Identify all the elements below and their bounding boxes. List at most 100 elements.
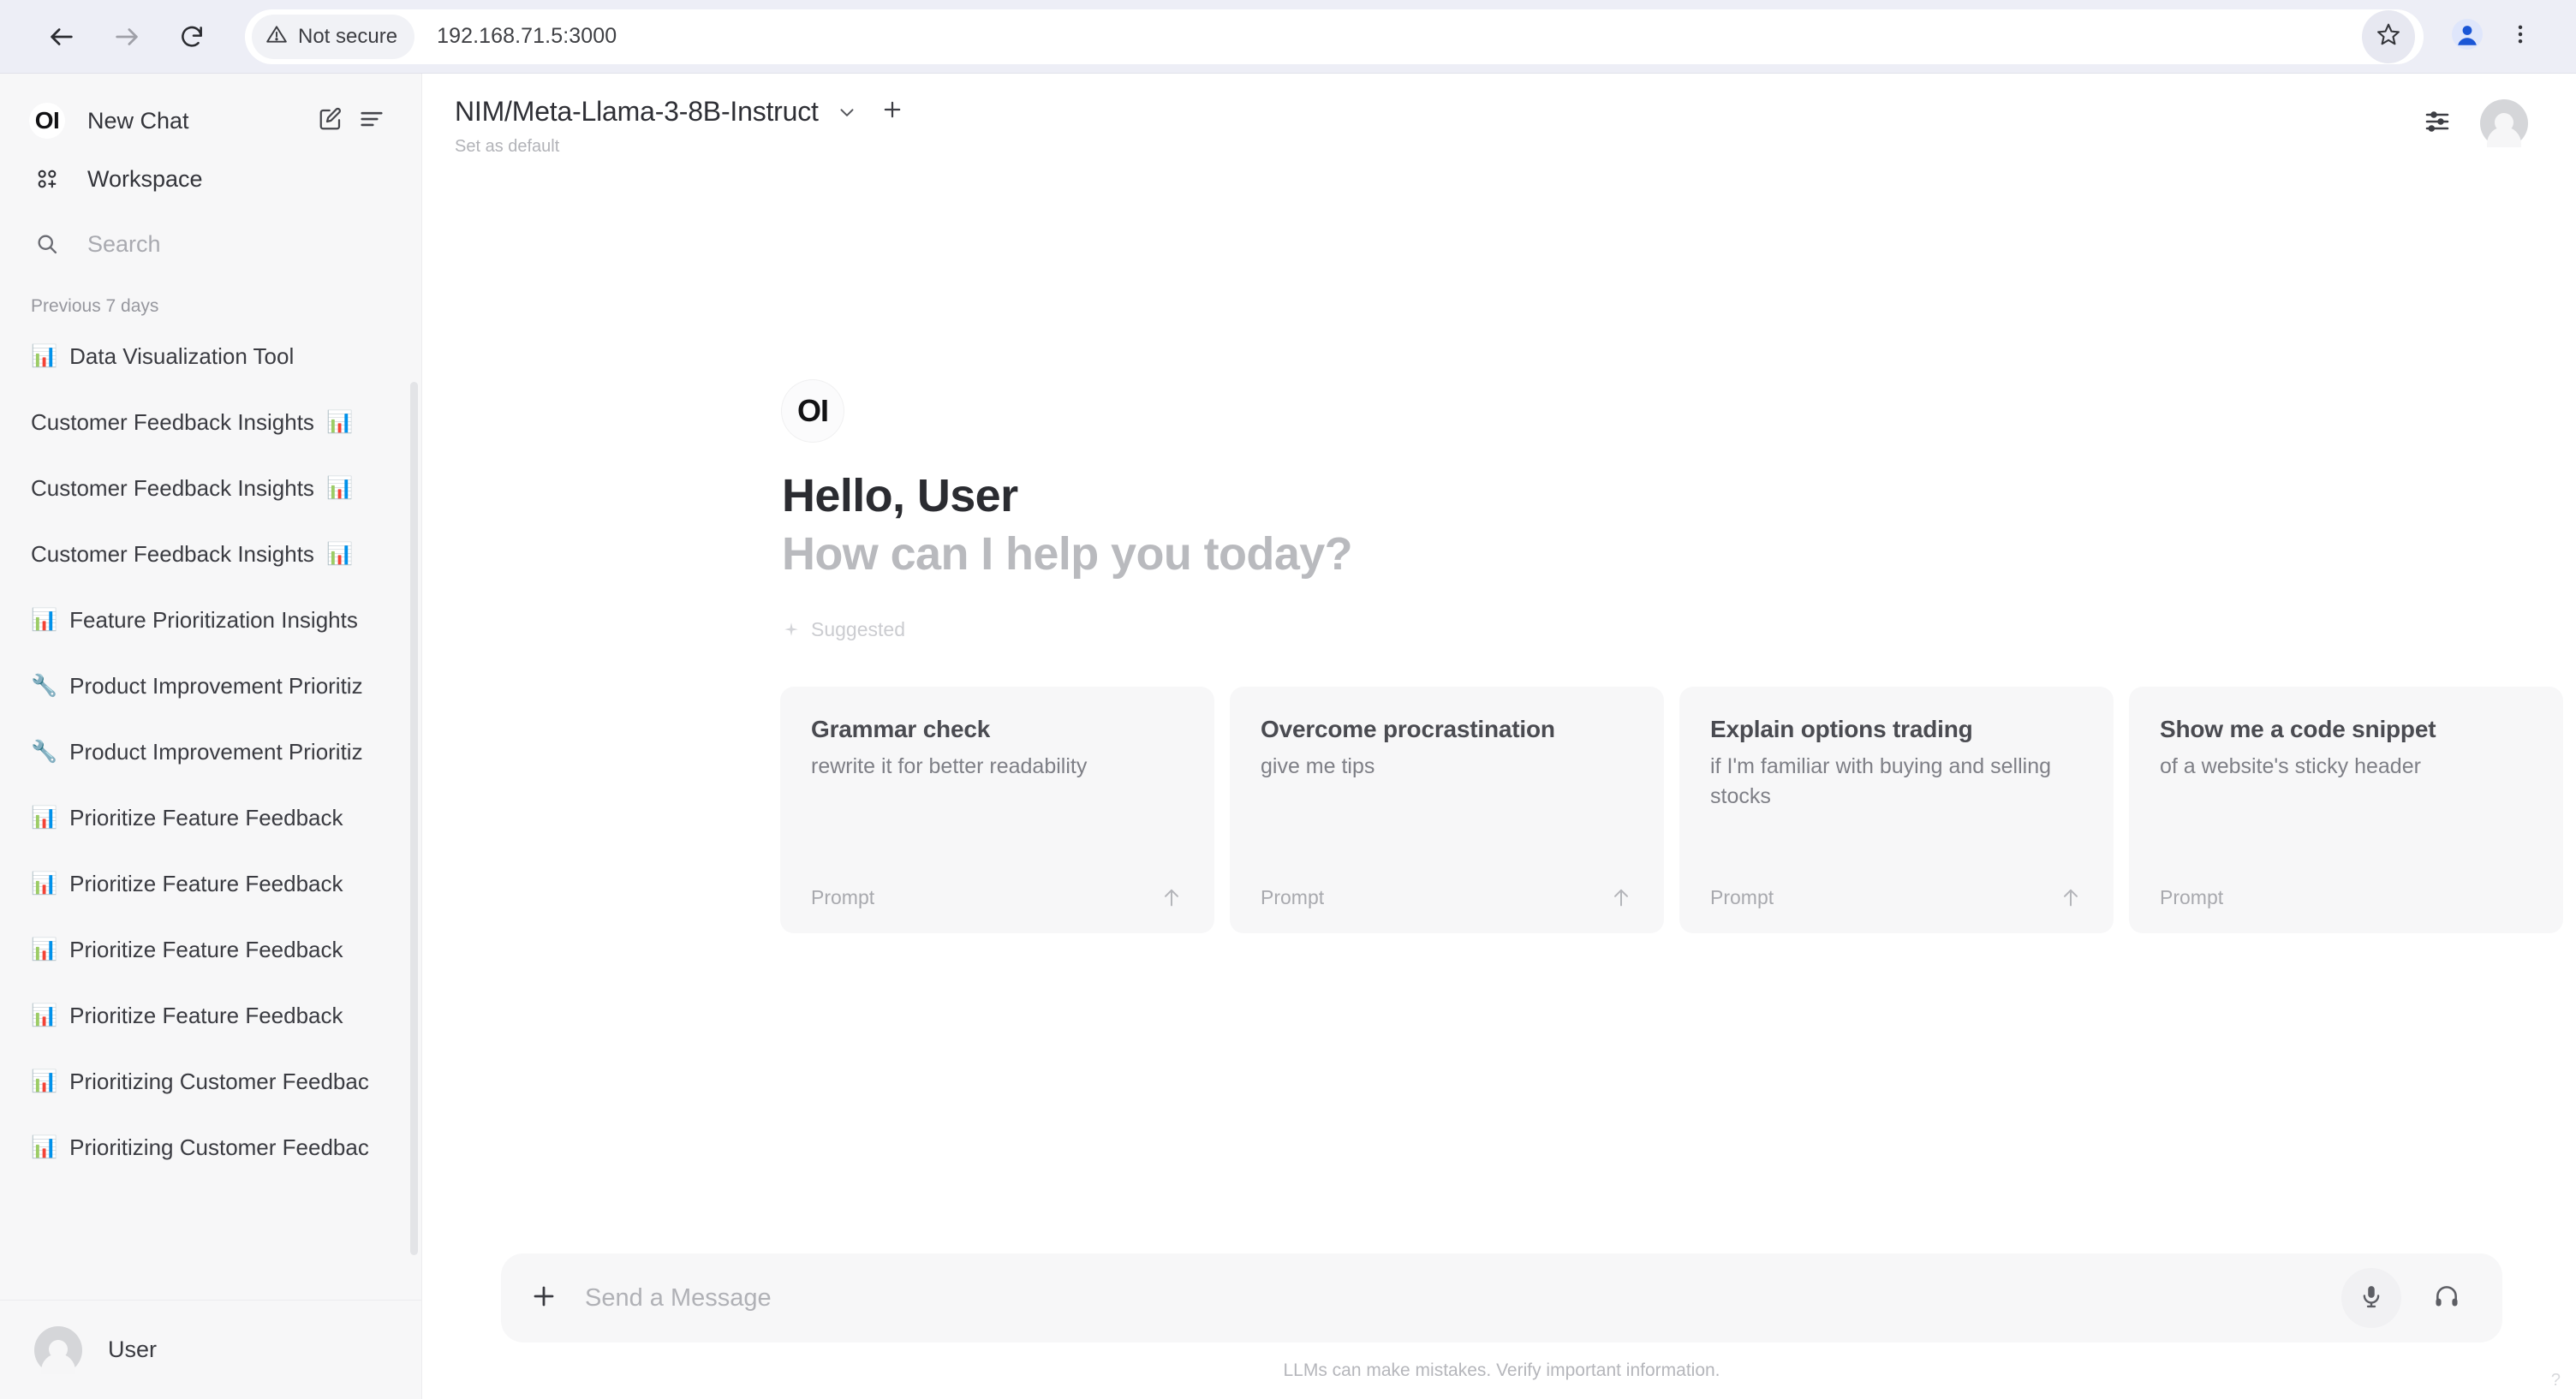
greeting-logo: OI [782, 380, 844, 442]
sidebar-scrollbar[interactable] [410, 382, 418, 1255]
forward-button[interactable] [94, 4, 159, 69]
chat-list-item[interactable]: 🔧 Product Improvement Prioritiz [22, 719, 402, 785]
header-avatar[interactable] [2480, 99, 2528, 147]
main-header: NIM/Meta-Llama-3-8B-Instruct Set as defa… [422, 74, 2576, 176]
chat-controls-button[interactable] [2424, 108, 2451, 140]
back-button[interactable] [29, 4, 94, 69]
workspace-label: Workspace [87, 165, 203, 192]
sparkle-icon [782, 621, 801, 640]
suggestion-card-subtitle: give me tips [1261, 754, 1375, 778]
prompt-label: Prompt [811, 885, 875, 908]
greeting-block: OI Hello, User How can I help you today?… [782, 380, 2576, 641]
chat-list-item[interactable]: Customer Feedback Insights 📊 [22, 455, 402, 521]
suggestion-card-title: Grammar check [811, 716, 991, 742]
bar-chart-icon: 📊 [31, 1135, 58, 1159]
suggestion-card[interactable]: Grammar check rewrite it for better reada… [780, 687, 1214, 933]
suggestion-card[interactable]: Show me a code snippet of a website's sti… [2129, 687, 2563, 933]
chat-list-item[interactable]: Customer Feedback Insights 📊 [22, 390, 402, 455]
app-root: OI New Chat Workspace Search Previous 7 … [0, 74, 2576, 1399]
security-status-chip[interactable]: Not secure [252, 14, 415, 59]
suggested-label: Suggested [811, 618, 905, 640]
prompt-label: Prompt [1710, 885, 1774, 908]
message-input[interactable] [585, 1283, 2341, 1313]
add-model-button[interactable] [880, 98, 904, 126]
chevron-down-icon[interactable] [836, 101, 858, 123]
chat-list-item[interactable]: 📊 Prioritize Feature Feedback [22, 851, 402, 917]
chat-list-item-title: Prioritize Feature Feedback [69, 937, 343, 962]
chat-list-item[interactable]: 📊 Data Visualization Tool [22, 324, 402, 390]
header-actions [2424, 99, 2528, 147]
chat-list-item[interactable]: 📊 Feature Prioritization Insights [22, 587, 402, 653]
voice-call-button[interactable] [2417, 1268, 2477, 1328]
plus-icon [880, 98, 904, 126]
chat-section-label: Previous 7 days [31, 296, 159, 316]
arrow-up-icon[interactable] [1609, 885, 1633, 909]
prompt-label: Prompt [1261, 885, 1325, 908]
greeting-hello: Hello, User [782, 470, 1018, 521]
chat-list-item-title: Customer Feedback Insights [31, 541, 314, 567]
sidebar-footer[interactable]: User [0, 1300, 421, 1399]
chat-list-item[interactable]: 📊 Prioritize Feature Feedback [22, 785, 402, 851]
chrome-menu-button[interactable] [2494, 10, 2547, 63]
sidebar-item-workspace[interactable]: Workspace [22, 152, 399, 205]
chat-list-item-title: Prioritizing Customer Feedbac [69, 1134, 369, 1160]
new-chat-compose-button[interactable] [310, 100, 351, 141]
suggestion-card-title: Overcome procrastination [1261, 716, 1555, 742]
reload-button[interactable] [159, 4, 224, 69]
suggestion-card-title: Show me a code snippet [2160, 716, 2436, 742]
suggestion-card[interactable]: Explain options trading if I'm familiar w… [1679, 687, 2114, 933]
url-text[interactable]: 192.168.71.5:3000 [437, 24, 617, 49]
model-name: NIM/Meta-Llama-3-8B-Instruct [455, 96, 819, 127]
wrench-icon: 🔧 [31, 740, 58, 764]
suggestion-card-subtitle: rewrite it for better readability [811, 754, 1088, 778]
suggestion-card-footer: Prompt [811, 885, 1184, 909]
chrome-profile-button[interactable] [2441, 10, 2494, 63]
sidebar: OI New Chat Workspace Search Previous 7 … [0, 74, 422, 1399]
chat-list-item[interactable]: 📊 Prioritize Feature Feedback [22, 983, 402, 1049]
bar-chart-icon: 📊 [31, 872, 58, 896]
suggestion-card-footer: Prompt [1710, 885, 2083, 909]
microphone-button[interactable] [2341, 1268, 2401, 1328]
bookmark-button[interactable] [2362, 9, 2415, 63]
search-row[interactable] [22, 217, 399, 271]
composer-area: LLMs can make mistakes. Verify important… [422, 1253, 2576, 1399]
bar-chart-icon: 📊 [31, 1069, 58, 1093]
reload-icon [178, 23, 206, 51]
sidebar-toggle-button[interactable] [351, 100, 392, 141]
suggestion-card-title: Explain options trading [1710, 716, 1973, 742]
bar-chart-icon: 📊 [325, 476, 354, 500]
set-as-default-link[interactable]: Set as default [455, 137, 904, 157]
arrow-up-icon[interactable] [2059, 885, 2083, 909]
new-chat-row[interactable]: OI New Chat [22, 94, 399, 147]
bar-chart-icon: 📊 [31, 344, 58, 368]
avatar [34, 1325, 82, 1374]
chat-list-item[interactable]: Customer Feedback Insights 📊 [22, 521, 402, 587]
message-composer[interactable] [501, 1253, 2502, 1342]
chat-list-item-title: Customer Feedback Insights [31, 409, 314, 435]
search-input[interactable] [87, 230, 344, 258]
chat-list-item[interactable]: 🔧 Product Improvement Prioritiz [22, 653, 402, 719]
microphone-icon [2358, 1283, 2384, 1313]
pencil-square-icon [318, 106, 343, 136]
attach-plus-button[interactable] [530, 1283, 558, 1314]
suggestion-card[interactable]: Overcome procrastination give me tips Prom… [1230, 687, 1664, 933]
chat-list-item-title: Prioritize Feature Feedback [69, 1003, 343, 1028]
arrow-up-icon[interactable] [1160, 885, 1184, 909]
model-selector-block: NIM/Meta-Llama-3-8B-Instruct Set as defa… [455, 96, 904, 157]
bar-chart-icon: 📊 [31, 608, 58, 632]
wrench-icon: 🔧 [31, 674, 58, 698]
chat-list-item[interactable]: 📊 Prioritize Feature Feedback [22, 917, 402, 983]
chat-history-list[interactable]: 📊 Data Visualization Tool Customer Feedbac… [0, 324, 421, 1300]
chat-list-item-title: Product Improvement Prioritiz [69, 673, 363, 699]
chat-list-item[interactable]: 📊 Prioritizing Customer Feedbac [22, 1049, 402, 1115]
omnibox[interactable]: Not secure 192.168.71.5:3000 [245, 9, 2424, 64]
sliders-icon [2424, 108, 2451, 140]
chat-list-item-title: Feature Prioritization Insights [69, 607, 358, 633]
suggestion-card-footer: Prompt [2160, 886, 2532, 909]
chat-list-item-title: Prioritize Feature Feedback [69, 871, 343, 896]
chat-list-item-title: Prioritizing Customer Feedbac [69, 1069, 369, 1094]
help-indicator[interactable]: ? [2551, 1371, 2561, 1390]
chat-list-item[interactable]: 📊 Prioritizing Customer Feedbac [22, 1115, 402, 1181]
model-selector[interactable]: NIM/Meta-Llama-3-8B-Instruct [455, 96, 904, 128]
bar-chart-icon: 📊 [31, 806, 58, 830]
